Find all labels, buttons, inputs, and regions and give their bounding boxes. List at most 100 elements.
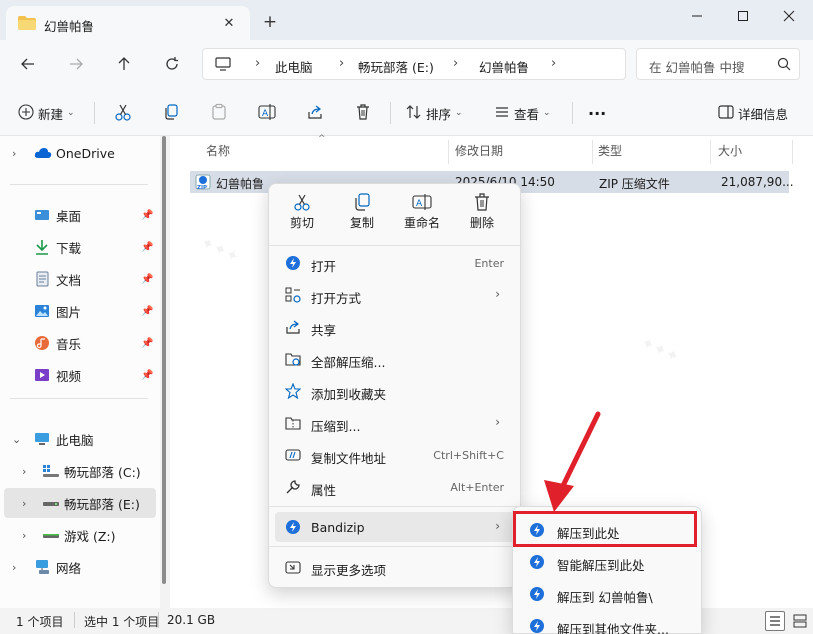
menu-item-extract-all[interactable]: 全部解压缩... [275,344,514,374]
menu-item-bandizip[interactable]: Bandizip › [275,512,514,542]
menu-item-open[interactable]: 打开 Enter [275,248,514,278]
tab-current[interactable]: 幻兽帕鲁 ✕ [6,6,250,40]
computer-icon [34,431,50,447]
context-delete-label: 删除 [469,216,494,230]
breadcrumb-this-pc[interactable]: 此电脑 [275,57,313,76]
sidebar-item-drive-c[interactable]: › 畅玩部落 (C:) [0,456,158,486]
sidebar-item-documents[interactable]: 文档 📌 [0,264,158,294]
details-view-icon[interactable] [765,611,785,631]
menu-item-copy-path[interactable]: 复制文件地址 Ctrl+Shift+C [275,440,514,470]
chevron-right-icon[interactable]: › [551,56,556,71]
breadcrumb-drive-e[interactable]: 畅玩部落 (E:) [358,57,434,76]
svg-text:ZIP: ZIP [197,185,207,191]
submenu-label: 解压到其他文件夹... [557,622,669,634]
context-cut-button[interactable]: 剪切 [272,192,332,238]
list-view-icon [494,104,510,123]
copy-icon [352,192,372,212]
chevron-right-icon[interactable]: › [255,56,260,71]
menu-label: 压缩到... [311,419,361,434]
submenu-item-extract-other[interactable]: 解压到其他文件夹... [517,611,699,634]
column-divider[interactable] [448,140,449,164]
menu-label: 全部解压缩... [311,355,386,370]
address-bar[interactable]: › 此电脑 › 畅玩部落 (E:) › 幻兽帕鲁 › [202,48,626,80]
column-divider[interactable] [710,140,711,164]
breadcrumb-folder[interactable]: 幻兽帕鲁 [479,57,529,76]
sidebar-item-onedrive[interactable]: › OneDrive [0,138,158,168]
svg-text:A: A [262,109,269,119]
up-arrow-icon[interactable] [112,52,136,76]
sidebar-item-drive-z[interactable]: › 游戏 (Z:) [0,520,158,550]
search-placeholder: 在 幻兽帕鲁 中搜 [649,60,745,75]
menu-item-add-favorites[interactable]: 添加到收藏夹 [275,376,514,406]
sort-button[interactable]: 排序 ⌄ [406,102,463,124]
new-button[interactable]: 新建 ⌄ [18,102,75,124]
view-label: 查看 [514,106,540,122]
close-tab-icon[interactable]: ✕ [220,14,238,32]
sidebar-item-this-pc[interactable]: ⌄ 此电脑 [0,424,158,454]
sidebar-label: 音乐 [56,336,82,352]
details-label: 详细信息 [738,106,789,122]
sidebar-scrollbar[interactable] [162,136,166,584]
menu-item-compress-to[interactable]: 压缩到... › [275,408,514,438]
chevron-down-icon[interactable]: ⌄ [12,433,21,446]
rename-button[interactable]: A [258,102,276,124]
column-divider[interactable] [592,140,593,164]
desktop-icon [34,207,50,223]
tiles-view-icon[interactable] [790,611,810,631]
search-icon[interactable] [777,57,791,74]
sidebar-item-music[interactable]: 音乐 📌 [0,328,158,358]
menu-item-open-with[interactable]: 打开方式 › [275,280,514,310]
search-input[interactable]: 在 幻兽帕鲁 中搜 [636,48,800,80]
cut-button[interactable] [114,102,132,124]
chevron-right-icon[interactable]: › [453,56,458,71]
minimize-icon[interactable] [682,6,712,26]
context-rename-button[interactable]: A 重命名 [392,192,452,238]
details-pane-button[interactable]: 详细信息 [718,102,788,124]
chevron-right-icon[interactable]: › [22,529,26,542]
sidebar-label: 游戏 (Z:) [64,528,116,544]
menu-item-properties[interactable]: 属性 Alt+Enter [275,472,514,502]
sidebar-item-drive-e[interactable]: › 畅玩部落 (E:) [4,488,156,518]
share-button[interactable] [306,102,324,124]
svg-text:A: A [416,199,423,209]
context-copy-button[interactable]: 复制 [332,192,392,238]
delete-button[interactable] [354,102,372,124]
sidebar-item-desktop[interactable]: 桌面 📌 [0,200,158,230]
column-divider[interactable] [792,140,793,164]
sidebar-item-videos[interactable]: 视频 📌 [0,360,158,390]
windows-drive-icon [42,463,59,479]
chevron-down-icon: ⌄ [455,108,463,118]
refresh-icon[interactable] [160,52,184,76]
chevron-right-icon[interactable]: › [22,465,26,478]
back-arrow-icon[interactable] [16,52,40,76]
view-button[interactable]: 查看 ⌄ [494,102,551,124]
video-icon [34,367,50,383]
sidebar-item-downloads[interactable]: 下载 📌 [0,232,158,262]
chevron-right-icon[interactable]: › [12,561,16,574]
sidebar-item-pictures[interactable]: 图片 📌 [0,296,158,326]
column-header-size[interactable]: 大小 [718,142,742,164]
column-header-type[interactable]: 类型 [598,142,622,164]
column-header-modified[interactable]: 修改日期 [455,142,503,164]
close-window-icon[interactable] [774,6,804,26]
submenu-item-extract-to-folder[interactable]: 解压到 幻兽帕鲁\ [517,579,699,609]
chevron-right-icon[interactable]: › [22,497,26,510]
forward-arrow-icon[interactable] [64,52,88,76]
paste-button[interactable] [210,102,228,124]
chevron-right-icon[interactable]: › [12,147,16,160]
menu-item-show-more[interactable]: 显示更多选项 [275,552,514,582]
submenu-item-smart-extract[interactable]: 智能解压到此处 [517,547,699,577]
new-tab-button[interactable]: + [260,12,280,32]
trash-icon [472,192,492,212]
sidebar-label: 文档 [56,272,82,288]
column-header-name[interactable]: 名称 [206,142,230,164]
chevron-right-icon: › [495,519,500,533]
context-delete-button[interactable]: 删除 [452,192,512,238]
maximize-icon[interactable] [728,6,758,26]
more-button[interactable]: ··· [588,102,606,124]
sidebar-item-network[interactable]: › 网络 [0,552,158,582]
chevron-right-icon[interactable]: › [339,56,344,71]
star-icon [284,382,302,400]
menu-item-share[interactable]: 共享 [275,312,514,342]
copy-button[interactable] [162,102,180,124]
